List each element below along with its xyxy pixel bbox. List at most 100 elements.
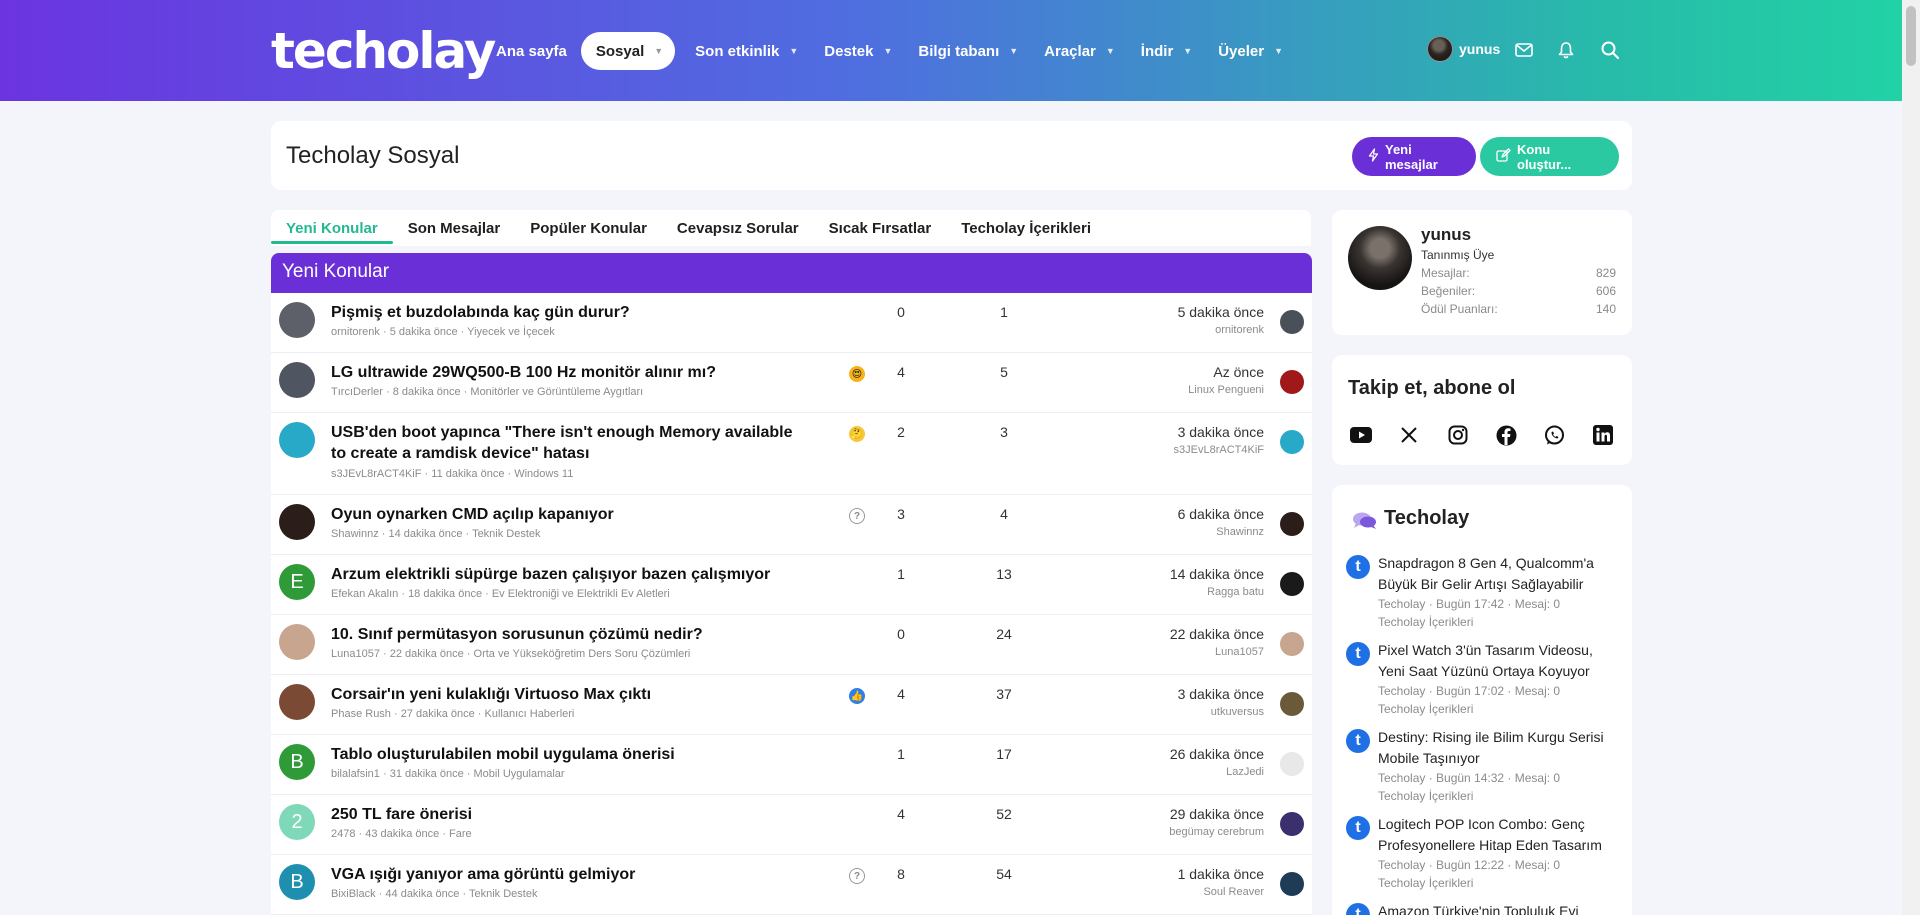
chevron-down-icon[interactable]: ▼	[1274, 46, 1283, 56]
thread-title-link[interactable]: Tablo oluşturulabilen mobil uygulama öne…	[331, 744, 811, 765]
thread-row[interactable]: Pişmiş et buzdolabında kaç gün durur? orn…	[271, 293, 1312, 353]
facebook-icon[interactable]	[1493, 422, 1519, 448]
last-post-user[interactable]: begümay cerebrum	[1169, 826, 1264, 838]
create-thread-button[interactable]: Konu oluştur...	[1480, 137, 1619, 176]
news-headline-link[interactable]: Amazon Türkiye'nin Topluluk Evi	[1378, 901, 1618, 915]
thread-forum[interactable]: Mobil Uygulamalar	[473, 768, 564, 780]
thread-time[interactable]: 8 dakika önce	[393, 386, 461, 398]
youtube-icon[interactable]	[1348, 422, 1374, 448]
thread-row[interactable]: B Tablo oluşturulabilen mobil uygulama ön…	[271, 735, 1312, 795]
last-post-time[interactable]: 22 dakika önce	[1170, 626, 1264, 642]
thread-forum[interactable]: Kullanıcı Haberleri	[485, 708, 575, 720]
last-post-time[interactable]: 3 dakika önce	[1178, 424, 1264, 440]
author-avatar[interactable]	[279, 422, 315, 458]
thread-author[interactable]: s3JEvL8rACT4KiF	[331, 468, 421, 480]
author-avatar[interactable]	[279, 624, 315, 660]
tab-5[interactable]: Techolay İçerikleri	[946, 210, 1106, 246]
author-avatar[interactable]: B	[279, 864, 315, 900]
last-poster-avatar[interactable]	[1280, 512, 1304, 536]
news-headline-link[interactable]: Snapdragon 8 Gen 4, Qualcomm'a Büyük Bir…	[1378, 553, 1618, 595]
thread-forum[interactable]: Windows 11	[514, 468, 573, 480]
thread-author[interactable]: Efekan Akalın	[331, 588, 398, 600]
news-category-link[interactable]: Techolay İçerikleri	[1378, 700, 1618, 718]
news-headline-link[interactable]: Logitech POP Icon Combo: Genç Profesyone…	[1378, 814, 1618, 856]
last-post-user[interactable]: utkuversus	[1211, 706, 1264, 718]
thread-forum[interactable]: Teknik Destek	[469, 888, 537, 900]
chevron-down-icon[interactable]: ▼	[654, 46, 663, 56]
thread-author[interactable]: 2478	[331, 828, 355, 840]
last-poster-avatar[interactable]	[1280, 872, 1304, 896]
thread-forum[interactable]: Teknik Destek	[472, 528, 540, 540]
nav-item-7[interactable]: Üyeler ▼	[1206, 32, 1295, 70]
last-post-user[interactable]: LazJedi	[1226, 766, 1264, 778]
tab-2[interactable]: Popüler Konular	[515, 210, 662, 246]
author-avatar[interactable]: B	[279, 744, 315, 780]
thread-row[interactable]: E Arzum elektrikli süpürge bazen çalışıyo…	[271, 555, 1312, 615]
last-post-time[interactable]: Az önce	[1213, 364, 1264, 380]
thread-forum[interactable]: Monitörler ve Görüntüleme Aygıtları	[470, 386, 643, 398]
thread-row[interactable]: Corsair'ın yeni kulaklığı Virtuoso Max ç…	[271, 675, 1312, 735]
thread-author[interactable]: bilalafsin1	[331, 768, 380, 780]
last-post-time[interactable]: 29 dakika önce	[1170, 806, 1264, 822]
user-avatar[interactable]	[1427, 36, 1453, 62]
thread-author[interactable]: Luna1057	[331, 648, 380, 660]
last-poster-avatar[interactable]	[1280, 572, 1304, 596]
last-post-user[interactable]: ornitorenk	[1215, 324, 1264, 336]
author-avatar[interactable]: 2	[279, 804, 315, 840]
thread-row[interactable]: Oyun oynarken CMD açılıp kapanıyor Shawin…	[271, 495, 1312, 555]
thread-row[interactable]: B VGA ışığı yanıyor ama görüntü gelmiyor B…	[271, 855, 1312, 915]
chevron-down-icon[interactable]: ▼	[1106, 46, 1115, 56]
tab-1[interactable]: Son Mesajlar	[393, 210, 516, 246]
thread-forum[interactable]: Fare	[449, 828, 472, 840]
news-category-link[interactable]: Techolay İçerikleri	[1378, 613, 1618, 631]
profile-avatar[interactable]	[1348, 226, 1412, 290]
tab-3[interactable]: Cevapsız Sorular	[662, 210, 814, 246]
thread-title-link[interactable]: LG ultrawide 29WQ500-B 100 Hz monitör al…	[331, 362, 811, 383]
thread-forum[interactable]: Yiyecek ve İçecek	[467, 326, 555, 338]
last-poster-avatar[interactable]	[1280, 752, 1304, 776]
mail-icon[interactable]	[1511, 36, 1537, 64]
linkedin-icon[interactable]	[1590, 422, 1616, 448]
last-poster-avatar[interactable]	[1280, 370, 1304, 394]
thread-forum[interactable]: Ev Elektroniği ve Elektrikli Ev Aletleri	[492, 588, 670, 600]
last-post-user[interactable]: s3JEvL8rACT4KiF	[1174, 444, 1264, 456]
nav-item-6[interactable]: İndir ▼	[1129, 32, 1204, 70]
chevron-down-icon[interactable]: ▼	[789, 46, 798, 56]
news-category-link[interactable]: Techolay İçerikleri	[1378, 874, 1618, 892]
last-post-time[interactable]: 6 dakika önce	[1178, 506, 1264, 522]
thread-time[interactable]: 43 dakika önce	[365, 828, 439, 840]
new-messages-button[interactable]: Yeni mesajlar	[1352, 137, 1476, 176]
thread-author[interactable]: Phase Rush	[331, 708, 391, 720]
thread-row[interactable]: USB'den boot yapınca "There isn't enough…	[271, 413, 1312, 495]
profile-name[interactable]: yunus	[1421, 225, 1471, 245]
nav-item-0[interactable]: Ana sayfa	[484, 32, 579, 70]
thread-time[interactable]: 11 dakika önce	[431, 468, 504, 480]
last-post-user[interactable]: Shawinnz	[1216, 526, 1264, 538]
nav-item-5[interactable]: Araçlar ▼	[1032, 32, 1127, 70]
last-poster-avatar[interactable]	[1280, 692, 1304, 716]
thread-author[interactable]: ornitorenk	[331, 326, 380, 338]
thread-time[interactable]: 27 dakika önce	[401, 708, 475, 720]
thread-title-link[interactable]: Oyun oynarken CMD açılıp kapanıyor	[331, 504, 811, 525]
search-icon[interactable]	[1597, 36, 1623, 64]
user-menu[interactable]: yunus	[1427, 36, 1500, 62]
thread-row[interactable]: 2 250 TL fare önerisi 2478 · 43 dakika önc…	[271, 795, 1312, 855]
thread-row[interactable]: 10. Sınıf permütasyon sorusunun çözümü n…	[271, 615, 1312, 675]
whatsapp-icon[interactable]	[1542, 422, 1568, 448]
news-headline-link[interactable]: Destiny: Rising ile Bilim Kurgu Serisi M…	[1378, 727, 1618, 769]
thread-author[interactable]: TırcıDerler	[331, 386, 383, 398]
nav-item-1[interactable]: Sosyal ▼	[580, 32, 676, 70]
last-post-time[interactable]: 5 dakika önce	[1178, 304, 1264, 320]
last-poster-avatar[interactable]	[1280, 812, 1304, 836]
x-icon[interactable]	[1396, 422, 1422, 448]
thread-time[interactable]: 18 dakika önce	[408, 588, 482, 600]
nav-item-2[interactable]: Son etkinlik ▼	[683, 32, 810, 70]
news-category-link[interactable]: Techolay İçerikleri	[1378, 787, 1618, 805]
chevron-down-icon[interactable]: ▼	[883, 46, 892, 56]
thread-title-link[interactable]: Corsair'ın yeni kulaklığı Virtuoso Max ç…	[331, 684, 811, 705]
thread-row[interactable]: LG ultrawide 29WQ500-B 100 Hz monitör al…	[271, 353, 1312, 413]
author-avatar[interactable]	[279, 302, 315, 338]
instagram-icon[interactable]	[1445, 422, 1471, 448]
thread-title-link[interactable]: Pişmiş et buzdolabında kaç gün durur?	[331, 302, 811, 323]
last-post-time[interactable]: 14 dakika önce	[1170, 566, 1264, 582]
